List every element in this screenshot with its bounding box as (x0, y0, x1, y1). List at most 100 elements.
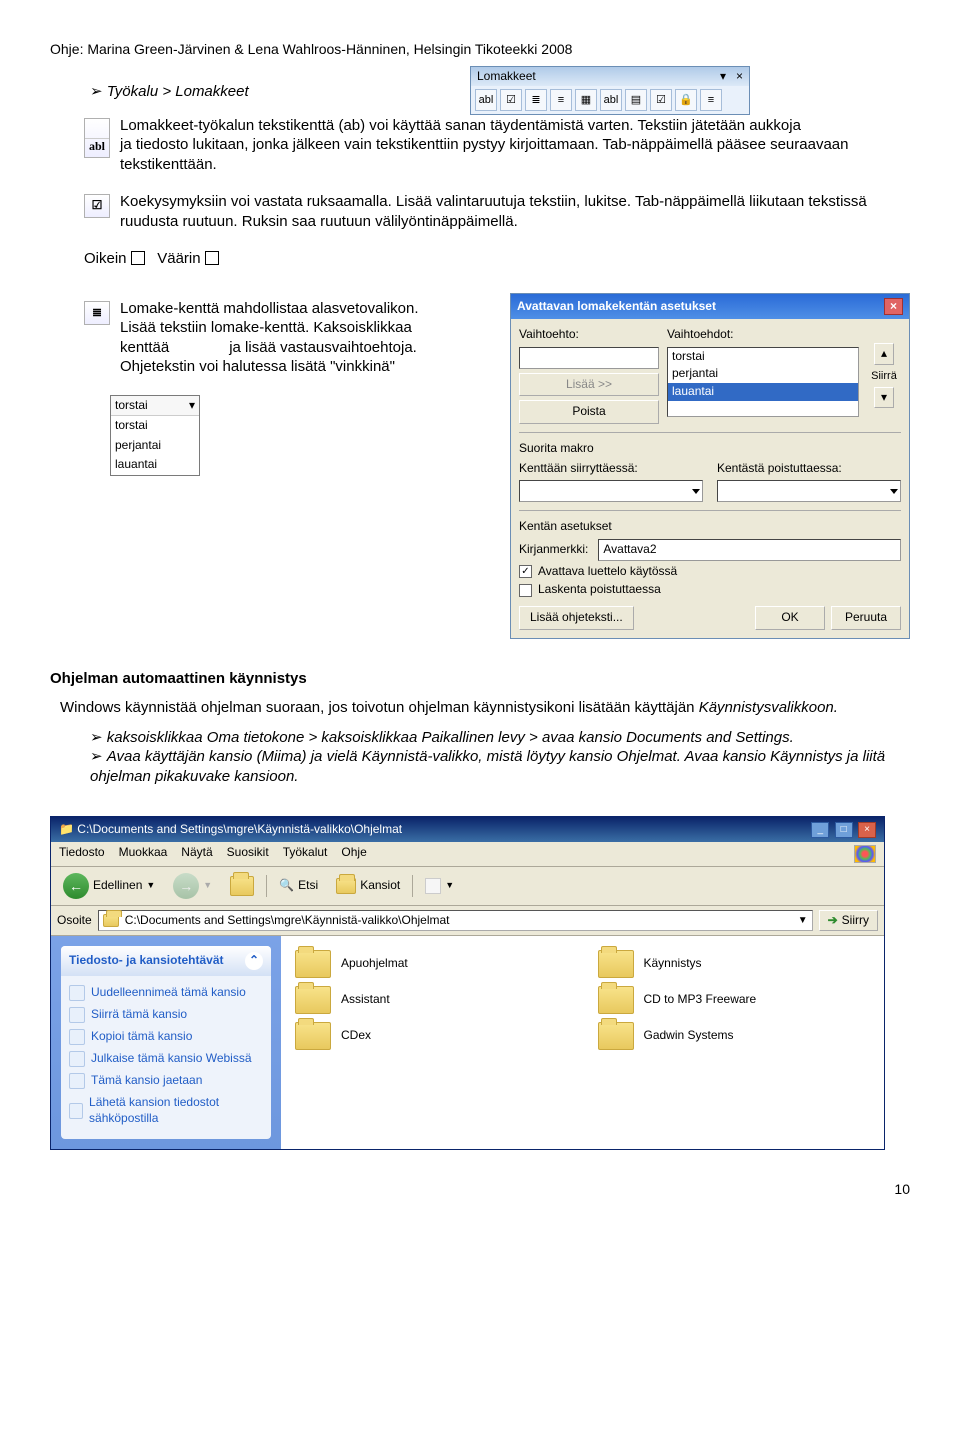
task-item[interactable]: Lähetä kansion tiedostot sähköpostilla (69, 1092, 263, 1129)
menu-item[interactable]: Työkalut (283, 845, 328, 863)
bookmark-input[interactable]: Avattava2 (598, 539, 901, 561)
folder-item[interactable]: Apuohjelmat (295, 950, 568, 978)
remove-button[interactable]: Poista (519, 400, 659, 424)
oikein-vaarin-row: Oikein Väärin (84, 249, 910, 269)
body-text: Koekysymyksiin voi vastata ruksaamalla. … (120, 193, 867, 230)
macro-exit-dropdown[interactable] (717, 480, 901, 502)
label-vaihtoehdot: Vaihtoehdot: (667, 327, 859, 343)
folder-icon (295, 950, 331, 978)
dropdown-tool-icon: ≣ (84, 301, 110, 325)
search-button[interactable]: 🔍Etsi (273, 876, 324, 896)
folder-icon (598, 950, 634, 978)
body-text: Windows käynnistää ohjelman suoraan, jos… (60, 699, 695, 716)
folder-item[interactable]: Assistant (295, 986, 568, 1014)
folder-item[interactable]: CD to MP3 Freeware (598, 986, 871, 1014)
move-down-button[interactable]: ▾ (874, 387, 894, 409)
tb-icon: ≡ (700, 89, 722, 111)
cancel-button[interactable]: Peruuta (831, 606, 901, 630)
list-item[interactable]: lauantai (668, 383, 858, 401)
textfield-tool-icon: abl (84, 118, 110, 158)
forward-arrow-icon: → (173, 873, 199, 899)
label-siirra: Siirrä (871, 369, 897, 383)
windows-logo-icon (854, 845, 876, 863)
vaihtoehto-input[interactable] (519, 347, 659, 369)
menu-item[interactable]: Muokkaa (119, 845, 168, 863)
folder-item[interactable]: CDex (295, 1022, 568, 1050)
form-field-settings-dialog: Avattavan lomakekentän asetukset × Vaiht… (510, 293, 910, 639)
label-vaihtoehto: Vaihtoehto: (519, 327, 659, 343)
checkbox-square (131, 251, 145, 265)
ok-button[interactable]: OK (755, 606, 825, 630)
tb-checkbox-icon: ☑ (500, 89, 522, 111)
task-icon (69, 1007, 85, 1023)
tb-icon: ☑ (650, 89, 672, 111)
address-text: C:\Documents and Settings\mgre\Käynnistä… (125, 913, 450, 929)
search-icon: 🔍 (279, 878, 294, 894)
macro-enter-dropdown[interactable] (519, 480, 703, 502)
up-folder-icon (230, 876, 254, 896)
address-input[interactable]: C:\Documents and Settings\mgre\Käynnistä… (98, 910, 813, 932)
step-item: kaksoisklikkaa Oma tietokone > kaksoiskl… (90, 728, 910, 748)
page-number: 10 (50, 1180, 910, 1198)
folders-icon (336, 878, 356, 894)
calc-on-exit-checkbox[interactable] (519, 584, 532, 597)
toolbar-menu-caret: ▾ × (720, 69, 743, 85)
back-button[interactable]: ← Edellinen ▼ (57, 871, 161, 901)
back-arrow-icon: ← (63, 873, 89, 899)
window-title: C:\Documents and Settings\mgre\Käynnistä… (77, 822, 402, 836)
add-button[interactable]: Lisää >> (519, 373, 659, 397)
close-icon[interactable]: × (884, 298, 903, 316)
menu-bar[interactable]: Tiedosto Muokkaa Näytä Suosikit Työkalut… (51, 842, 884, 867)
folders-button[interactable]: Kansiot (330, 876, 406, 896)
menu-item[interactable]: Näytä (181, 845, 212, 863)
tb-icon: ≡ (550, 89, 572, 111)
body-text: Lomakkeet-työkalun tekstikenttä (ab) voi… (120, 117, 801, 134)
arrow-icon (90, 748, 107, 765)
folder-item[interactable]: Käynnistys (598, 950, 871, 978)
tb-icon: ▦ (575, 89, 597, 111)
toolbar-title: Lomakkeet (477, 69, 536, 85)
dropdown-selected: torstai (115, 398, 148, 414)
menu-item[interactable]: Ohje (341, 845, 366, 863)
task-item[interactable]: Julkaise tämä kansio Webissä (69, 1048, 263, 1070)
views-button[interactable]: ▼ (419, 876, 460, 896)
folder-item[interactable]: Gadwin Systems (598, 1022, 871, 1050)
tb-dropdown-icon: ≣ (525, 89, 547, 111)
list-item[interactable]: perjantai (668, 365, 858, 383)
task-icon (69, 1103, 83, 1119)
tb-lock-icon: 🔒 (675, 89, 697, 111)
task-icon (69, 1051, 85, 1067)
dropdown-option: lauantai (111, 455, 199, 475)
label-vaarin: Väärin (157, 250, 200, 267)
para-dropdown: ≣ Lomake-kenttä mahdollistaa alasvetoval… (120, 299, 450, 377)
task-item[interactable]: Tämä kansio jaetaan (69, 1070, 263, 1092)
move-up-button[interactable]: ▴ (874, 343, 894, 365)
minimize-button[interactable]: _ (811, 822, 829, 838)
up-button[interactable] (224, 874, 260, 898)
dialog-title: Avattavan lomakekentän asetukset (517, 299, 716, 315)
menu-item[interactable]: Tiedosto (59, 845, 105, 863)
step-item: Avaa käyttäjän kansio (Miima) ja vielä K… (90, 747, 910, 786)
chevron-down-icon[interactable]: ▼ (798, 914, 808, 927)
task-item[interactable]: Siirrä tämä kansio (69, 1004, 263, 1026)
forward-button[interactable]: → ▼ (167, 871, 218, 901)
task-item[interactable]: Kopioi tämä kansio (69, 1026, 263, 1048)
options-listbox[interactable]: torstai perjantai lauantai (667, 347, 859, 417)
file-pane[interactable]: Apuohjelmat Käynnistys Assistant CD to M… (281, 936, 884, 1149)
go-button[interactable]: ➔ Siirry (819, 910, 878, 932)
doc-header: Ohje: Marina Green-Järvinen & Lena Wahlr… (50, 40, 910, 58)
maximize-button[interactable]: □ (835, 822, 853, 838)
task-item[interactable]: Uudelleennimeä tämä kansio (69, 982, 263, 1004)
dropdown-option: torstai (111, 416, 199, 436)
menu-item[interactable]: Suosikit (227, 845, 269, 863)
add-helptext-button[interactable]: Lisää ohjeteksti... (519, 606, 634, 630)
body-text: Käynnistysvalikkoon. (699, 699, 838, 716)
folder-icon (598, 986, 634, 1014)
close-button[interactable]: × (858, 822, 876, 838)
para-checkbox: ☑ Koekysymyksiin voi vastata ruksaamalla… (120, 192, 870, 231)
task-icon (69, 1073, 85, 1089)
macro-section-label: Suorita makro (519, 441, 901, 457)
collapse-icon[interactable]: ⌃ (245, 952, 263, 970)
list-item[interactable]: torstai (668, 348, 858, 366)
dropdown-enabled-checkbox[interactable]: ✓ (519, 565, 532, 578)
